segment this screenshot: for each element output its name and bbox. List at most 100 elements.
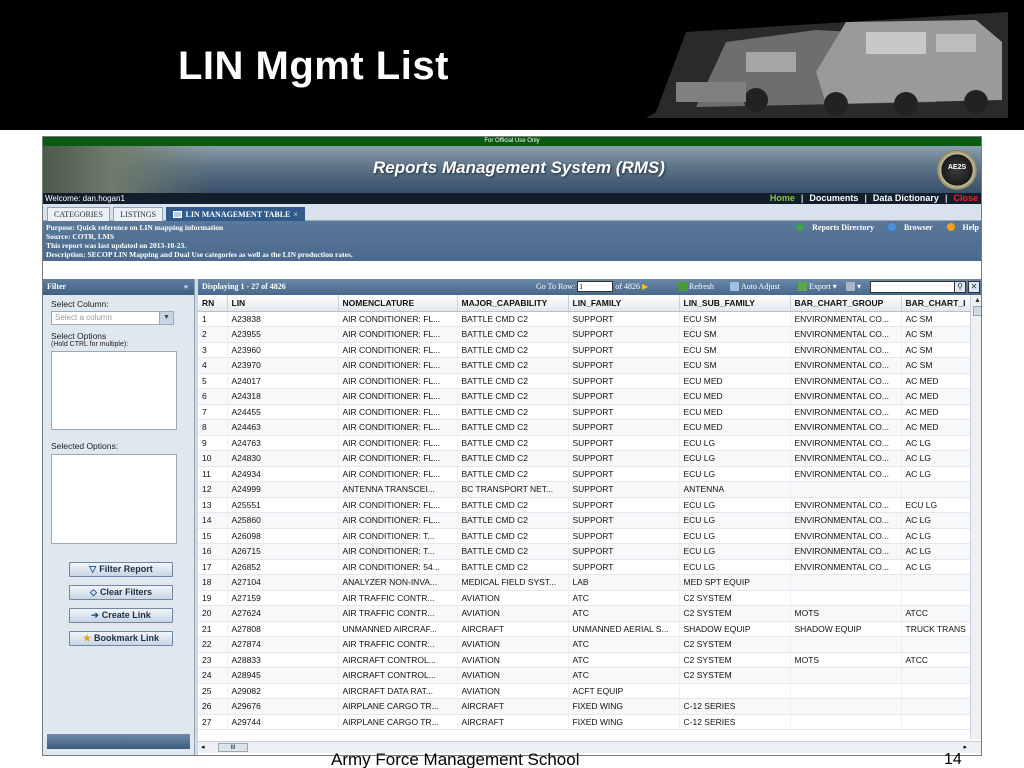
help-button[interactable]: Help [941, 223, 979, 232]
tab-listings[interactable]: LISTINGS [113, 207, 163, 221]
column-header[interactable]: BAR_CHART_I [901, 295, 971, 312]
grid-search-input[interactable] [870, 281, 966, 293]
table-row[interactable]: 13 A25551 AIR CONDITIONER: FL... BATTLE CMD… [198, 497, 971, 513]
home-link[interactable]: Home [767, 193, 798, 203]
collapse-icon[interactable]: « [181, 282, 191, 292]
table-cell: AC LG [901, 450, 971, 467]
table-cell: ENVIRONMENTAL CO... [790, 404, 902, 420]
table-row[interactable]: 22 A27874 AIR TRAFFIC CONTR... AVIATION ATC C… [198, 636, 971, 653]
column-header[interactable]: BAR_CHART_GROUP [790, 295, 902, 312]
select-options-listbox[interactable] [51, 351, 177, 430]
table-cell: UNMANNED AERIAL S... [568, 621, 680, 637]
table-cell: 9 [198, 435, 228, 451]
go-to-row-input[interactable]: 1 [577, 281, 614, 292]
table-cell: A24999 [227, 481, 339, 498]
selected-options-listbox[interactable] [51, 454, 177, 544]
table-row[interactable]: 19 A27159 AIR TRAFFIC CONTR... AVIATION ATC C… [198, 590, 971, 606]
clear-filters-button[interactable]: ◇ Clear Filters [69, 585, 173, 600]
table-cell: A27624 [227, 605, 339, 622]
vertical-scrollbar[interactable]: ▲ [970, 295, 981, 739]
table-cell: C2 SYSTEM [679, 667, 791, 684]
close-link[interactable]: Close [950, 193, 981, 203]
table-cell: ENVIRONMENTAL CO... [790, 512, 902, 529]
browser-button[interactable]: Browser [882, 223, 933, 232]
filter-report-button[interactable]: ▽ Filter Report [69, 562, 173, 577]
table-cell: 13 [198, 497, 228, 513]
search-icon[interactable]: ⚲ [954, 281, 966, 293]
chevron-down-icon: ▾ [832, 282, 837, 291]
table-row[interactable]: 5 A24017 AIR CONDITIONER: FL... BATTLE CMD … [198, 373, 971, 389]
table-row[interactable]: 3 A23960 AIR CONDITIONER: FL... BATTLE CMD … [198, 342, 971, 358]
documents-link[interactable]: Documents [806, 193, 861, 203]
table-row[interactable]: 7 A24455 AIR CONDITIONER: FL... BATTLE CMD … [198, 404, 971, 420]
table-row[interactable]: 18 A27104 ANALYZER NON-INVA... MEDICAL FIEL… [198, 574, 971, 591]
table-cell: AIR CONDITIONER: FL... [338, 357, 458, 374]
export-button[interactable]: Export ▾ [798, 279, 837, 295]
table-cell: LAB [568, 574, 680, 591]
table-row[interactable]: 1 A23838 AIR CONDITIONER: FL... BATTLE CMD … [198, 311, 971, 327]
rms-app-window: For Official Use Only Reports Management… [42, 136, 982, 756]
column-header[interactable]: LIN_FAMILY [568, 295, 680, 312]
reports-directory-button[interactable]: Reports Directory [790, 223, 874, 232]
table-cell: ATC [568, 590, 680, 606]
table-row[interactable]: 16 A26715 AIR CONDITIONER: T... BATTLE CMD … [198, 543, 971, 560]
chevron-down-icon[interactable]: ▼ [159, 312, 173, 324]
report-description: Purpose: Quick reference on LIN mapping … [43, 221, 981, 268]
column-header[interactable]: LIN_SUB_FAMILY [679, 295, 791, 312]
table-cell: A23970 [227, 357, 339, 374]
scroll-up-icon[interactable]: ▲ [971, 295, 981, 306]
table-row[interactable]: 4 A23970 AIR CONDITIONER: FL... BATTLE CMD … [198, 357, 971, 374]
table-row[interactable]: 9 A24763 AIR CONDITIONER: FL... BATTLE CMD … [198, 435, 971, 451]
auto-adjust-button[interactable]: Auto Adjust [730, 279, 780, 295]
tab-categories[interactable]: CATEGORIES [47, 207, 110, 221]
scroll-left-icon[interactable]: ◂ [201, 743, 205, 751]
table-row[interactable]: 10 A24830 AIR CONDITIONER: FL... BATTLE CMD… [198, 450, 971, 467]
table-row[interactable]: 14 A25860 AIR CONDITIONER: FL... BATTLE CMD… [198, 512, 971, 529]
table-row[interactable]: 12 A24999 ANTENNA TRANSCEI... BC TRANSPORT … [198, 481, 971, 498]
table-row[interactable]: 27 A29744 AIRPLANE CARGO TR... AIRCRAFT FIXE… [198, 714, 971, 730]
table-row[interactable]: 25 A29082 AIRCRAFT DATA RAT... AVIATION ACFT… [198, 683, 971, 699]
vertical-scroll-thumb[interactable] [973, 306, 981, 316]
table-row[interactable]: 23 A28833 AIRCRAFT CONTROL... AVIATION ATC C2… [198, 652, 971, 668]
table-cell: AC LG [901, 528, 971, 544]
table-row[interactable]: 2 A23955 AIR CONDITIONER: FL... BATTLE CMD … [198, 326, 971, 343]
table-row[interactable]: 6 A24318 AIR CONDITIONER: FL... BATTLE CMD … [198, 388, 971, 405]
table-row[interactable]: 11 A24934 AIR CONDITIONER: FL... BATTLE CMD… [198, 466, 971, 482]
table-row[interactable]: 8 A24463 AIR CONDITIONER: FL... BATTLE CMD … [198, 419, 971, 436]
tab-bar: CATEGORIES LISTINGS LIN MANAGEMENT TABLE… [43, 204, 981, 221]
column-header[interactable]: MAJOR_CAPABILITY [457, 295, 569, 312]
data-dictionary-link[interactable]: Data Dictionary [870, 193, 942, 203]
horizontal-scrollbar[interactable]: ◂ III ▸ [198, 741, 981, 753]
table-row[interactable]: 15 A26098 AIR CONDITIONER: T... BATTLE CMD … [198, 528, 971, 544]
go-arrow-icon[interactable]: ▶ [642, 282, 648, 291]
table-cell: A26852 [227, 559, 339, 575]
lin-table: RN LIN NOMENCLATURE MAJOR_CAPABILITY LIN_FAM… [198, 295, 971, 730]
table-cell: AC MED [901, 373, 971, 389]
select-column-dropdown[interactable]: Select a column ▼ [51, 311, 174, 325]
horizontal-scroll-thumb[interactable]: III [218, 743, 248, 752]
table-row[interactable]: 26 A29676 AIRPLANE CARGO TR... AIRCRAFT FIXE… [198, 698, 971, 715]
table-cell: SUPPORT [568, 512, 680, 529]
column-header[interactable]: LIN [227, 295, 339, 312]
tab-close-icon[interactable]: × [293, 210, 298, 219]
table-cell: FIXED WING [568, 714, 680, 730]
table-row[interactable]: 17 A26852 AIR CONDITIONER: 54... BATTLE CMD… [198, 559, 971, 575]
table-row[interactable]: 20 A27624 AIR TRAFFIC CONTR... AVIATION ATC C… [198, 605, 971, 622]
table-cell: AIRPLANE CARGO TR... [338, 698, 458, 715]
column-header[interactable]: NOMENCLATURE [338, 295, 458, 312]
soldier-image [43, 146, 213, 193]
scroll-right-icon[interactable]: ▸ [963, 743, 967, 751]
table-row[interactable]: 21 A27808 UNMANNED AIRCRAF... AIRCRAFT UNMAN… [198, 621, 971, 637]
table-cell: A23955 [227, 326, 339, 343]
create-link-button[interactable]: ➔ Create Link [69, 608, 173, 623]
tab-lin-management-table[interactable]: LIN MANAGEMENT TABLE × [166, 207, 305, 221]
create-link-label: Create Link [101, 610, 151, 620]
bookmark-link-button[interactable]: ★ Bookmark Link [69, 631, 173, 646]
table-row[interactable]: 24 A28945 AIRCRAFT CONTROL... AVIATION ATC C2… [198, 667, 971, 684]
refresh-button[interactable]: Refresh [678, 279, 714, 295]
main-area: Filter « Select Column: Select a column … [43, 279, 981, 755]
options-menu-button[interactable]: ▾ [846, 279, 861, 295]
go-to-row: Go To Row: 1 of 4826 ▶ [536, 279, 648, 295]
column-header[interactable]: RN [198, 295, 228, 312]
clear-search-icon[interactable]: ✕ [968, 281, 980, 293]
